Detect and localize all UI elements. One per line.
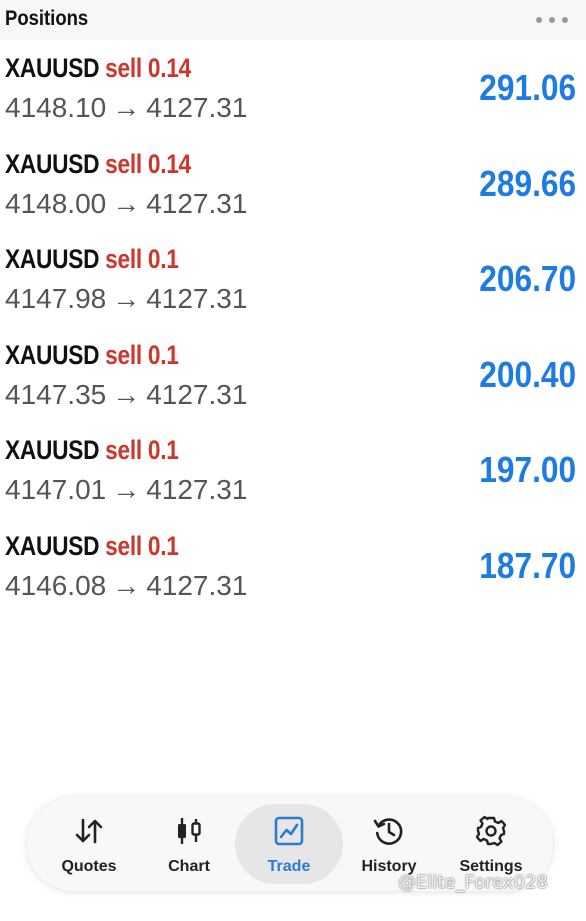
gear-icon <box>475 815 507 847</box>
arrow-right-icon: → <box>112 569 141 601</box>
position-profit: 289.66 <box>479 162 576 204</box>
tab-trade[interactable]: Trade <box>235 804 343 884</box>
tab-label: Trade <box>267 858 311 875</box>
open-price: 4148.00 <box>5 187 107 219</box>
position-side: sell <box>105 530 142 561</box>
arrow-right-icon: → <box>112 474 141 505</box>
position-symbol: XAUUSD <box>5 530 100 561</box>
open-price: 4148.10 <box>5 92 107 123</box>
open-price: 4147.01 <box>5 474 107 505</box>
position-side: sell <box>105 53 142 83</box>
positions-list: XAUUSD sell 0.14 4148.10 → 4127.31 291.06 XA… <box>0 40 586 613</box>
quotes-arrows-icon <box>75 818 103 844</box>
position-row[interactable]: XAUUSD sell 0.14 4148.10 → 4127.31 291.06 <box>0 40 586 136</box>
position-symbol: XAUUSD <box>5 339 100 370</box>
position-row[interactable]: XAUUSD sell 0.1 4147.35 → 4127.31 200.40 <box>0 327 586 423</box>
page-title: Positions <box>5 7 89 30</box>
history-clock-icon <box>373 818 403 845</box>
position-volume: 0.1 <box>147 530 179 561</box>
position-volume: 0.1 <box>147 435 179 465</box>
position-side: sell <box>105 244 142 274</box>
position-profit: 197.00 <box>479 449 576 490</box>
tab-label: Chart <box>168 858 210 875</box>
header-bar: Positions <box>0 0 586 40</box>
position-row[interactable]: XAUUSD sell 0.1 4147.98 → 4127.31 206.70 <box>0 231 586 327</box>
arrow-right-icon: → <box>112 378 141 410</box>
current-price: 4127.31 <box>146 569 248 601</box>
position-symbol: XAUUSD <box>5 244 100 274</box>
trade-chart-icon <box>274 816 304 846</box>
watermark-text: @Elite_Forex028 <box>398 872 549 893</box>
position-symbol: XAUUSD <box>5 435 100 465</box>
tab-chart[interactable]: Chart <box>135 804 243 884</box>
position-side: sell <box>105 148 142 179</box>
position-volume: 0.14 <box>147 148 191 179</box>
position-symbol: XAUUSD <box>5 53 100 83</box>
position-profit: 200.40 <box>479 353 576 395</box>
position-volume: 0.1 <box>147 244 179 274</box>
position-row[interactable]: XAUUSD sell 0.14 4148.00 → 4127.31 289.66 <box>0 136 586 232</box>
position-volume: 0.14 <box>147 53 191 83</box>
position-volume: 0.1 <box>147 339 179 370</box>
position-side: sell <box>105 435 142 465</box>
position-side: sell <box>105 339 142 370</box>
current-price: 4127.31 <box>146 92 248 123</box>
current-price: 4127.31 <box>146 378 248 410</box>
current-price: 4127.31 <box>146 283 248 314</box>
position-row[interactable]: XAUUSD sell 0.1 4147.01 → 4127.31 197.00 <box>0 422 586 518</box>
arrow-right-icon: → <box>112 283 141 314</box>
arrow-right-icon: → <box>112 92 141 123</box>
open-price: 4146.08 <box>5 569 107 601</box>
position-symbol: XAUUSD <box>5 148 100 179</box>
tab-quotes[interactable]: Quotes <box>35 804 143 884</box>
arrow-right-icon: → <box>112 187 141 219</box>
position-row[interactable]: XAUUSD sell 0.1 4146.08 → 4127.31 187.70 <box>0 518 586 614</box>
tab-label: Quotes <box>61 858 117 875</box>
more-options-icon[interactable] <box>536 16 568 24</box>
position-profit: 187.70 <box>479 544 576 586</box>
position-profit: 206.70 <box>479 258 576 299</box>
open-price: 4147.98 <box>5 283 107 314</box>
candlestick-chart-icon <box>178 818 201 844</box>
current-price: 4127.31 <box>146 187 248 219</box>
position-profit: 291.06 <box>479 67 576 108</box>
open-price: 4147.35 <box>5 378 107 410</box>
current-price: 4127.31 <box>146 474 248 505</box>
